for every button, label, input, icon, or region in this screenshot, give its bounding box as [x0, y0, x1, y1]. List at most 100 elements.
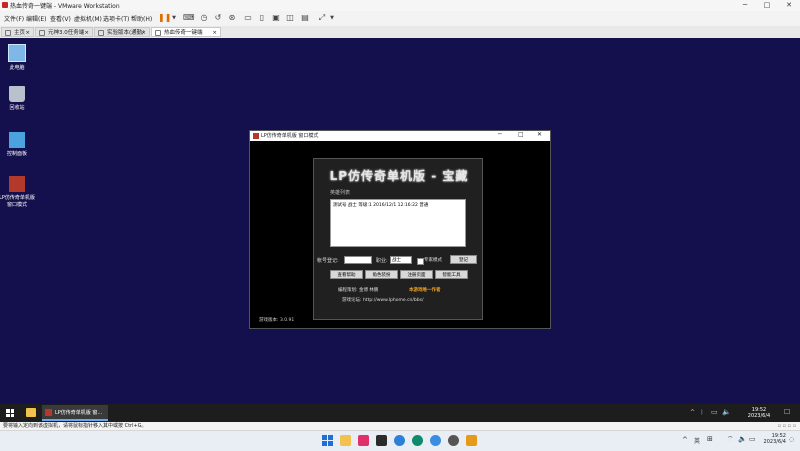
vm-status-bar: 要将输入定向到该虚拟机，请将鼠标指针移入其中或按 Ctrl+G。 ▫ ▫ ▫ ▫ — [0, 422, 800, 430]
tab-vm3[interactable]: 热血传奇一键端 × — [151, 27, 221, 37]
class-select[interactable]: 战士 — [390, 256, 412, 264]
desktop-icon-computer[interactable]: 此电脑 — [0, 44, 37, 71]
chevron-down-icon[interactable]: ▼ — [327, 13, 337, 23]
send-keys-icon[interactable]: ⌨ — [183, 13, 195, 23]
desktop-icon-recycle[interactable]: 回收站 — [0, 86, 37, 111]
tab-label: 主页 — [14, 30, 26, 36]
full-screen-icon[interactable]: ▣ — [271, 13, 281, 23]
forum-link[interactable]: 游戏论坛: http://www.lphome.cn/bbs/ — [342, 297, 424, 303]
vmware-icon[interactable] — [466, 435, 477, 446]
volume-icon[interactable]: 🔈 — [738, 435, 747, 443]
vmware-title-bar: 热血传奇一键端 - VMware Workstation ─ □ ✕ — [0, 0, 800, 11]
guest-taskbar: LP仿传奇单机版 窗... ^ ᛒ ▭ 🔈 19:52 2023/6/4 ☐ — [0, 404, 800, 422]
notification-icon[interactable]: ◌ — [789, 436, 794, 443]
pause-icon[interactable]: ❚❚ — [158, 13, 171, 23]
host-date: 2023/6/4 — [763, 439, 786, 445]
library-icon[interactable]: ▭ — [243, 13, 253, 23]
input-language[interactable]: 英 — [694, 436, 700, 445]
file-explorer-icon[interactable] — [340, 435, 351, 446]
guest-date: 2023/6/4 — [747, 413, 771, 419]
chevron-down-icon[interactable]: ▼ — [169, 13, 179, 23]
close-icon[interactable]: × — [25, 28, 30, 38]
windows-start-icon[interactable] — [6, 409, 14, 417]
vmware-app-icon — [2, 2, 8, 8]
game-icon — [9, 176, 25, 192]
guest-clock[interactable]: 19:52 2023/6/4 — [744, 407, 774, 419]
edge-icon[interactable] — [412, 435, 423, 446]
role-list[interactable]: 测试号 战士 等级:1 2016/12/1 12:16:22 普通 — [330, 199, 466, 247]
menu-file[interactable]: 文件(F) — [4, 14, 24, 23]
class-value: 战士 — [392, 258, 401, 263]
stretch-icon[interactable]: ⤢ — [317, 13, 327, 23]
vm-icon — [155, 30, 161, 36]
menu-edit[interactable]: 编辑(E) — [26, 14, 46, 23]
terminal-icon[interactable] — [376, 435, 387, 446]
account-input[interactable] — [344, 256, 372, 264]
tab-home[interactable]: 主页 × — [1, 27, 34, 37]
app-icon[interactable] — [358, 435, 369, 446]
maximize-icon[interactable]: □ — [756, 0, 778, 11]
menu-vm[interactable]: 虚拟机(M) — [74, 14, 102, 23]
windows-start-icon[interactable] — [322, 435, 333, 446]
character-button[interactable]: 角色装扮 — [365, 270, 398, 279]
register-page-button[interactable]: 注册页面 — [400, 270, 433, 279]
desktop-icon-control-panel[interactable]: 控制面板 — [0, 132, 37, 157]
roles-label: 英雄列表 — [330, 190, 351, 196]
desktop-icon-game[interactable]: LP仿传奇单机版 窗口模式 — [0, 176, 37, 208]
game-window-titlebar: LP仿传奇单机版 窗口模式 ─ □ ✕ — [250, 131, 550, 141]
expert-label: 专家模式 — [424, 258, 442, 263]
network-icon[interactable]: ▭ — [711, 408, 718, 416]
close-icon[interactable]: ✕ — [778, 0, 800, 11]
chrome-icon[interactable] — [430, 435, 441, 446]
control-panel-icon — [9, 132, 25, 148]
thumbnail-icon[interactable]: ▯ — [257, 13, 267, 23]
version-text: 游戏版本: 3.0.91 — [259, 318, 295, 323]
role-row[interactable]: 测试号 战士 等级:1 2016/12/1 12:16:22 普通 — [333, 202, 428, 208]
desktop-icon-label: LP仿传奇单机版 窗口模式 — [0, 195, 35, 208]
tab-vm1[interactable]: 元神3.0任务端 × — [35, 27, 93, 37]
steam-icon[interactable] — [448, 435, 459, 446]
desktop-icon-label: 控制面板 — [6, 151, 27, 157]
notification-icon[interactable]: ☐ — [784, 408, 790, 416]
bluetooth-icon[interactable]: ᛒ — [700, 409, 704, 416]
vm-icon — [98, 30, 104, 36]
unity-icon[interactable]: ◫ — [285, 13, 295, 23]
menu-help[interactable]: 帮助(H) — [131, 14, 152, 23]
tools-button[interactable]: 智能工具 — [435, 270, 468, 279]
volume-icon[interactable]: 🔈 — [722, 408, 731, 416]
close-icon[interactable]: × — [84, 28, 89, 38]
game-window-title: LP仿传奇单机版 窗口模式 — [261, 133, 319, 139]
revert-snapshot-icon[interactable]: ↺ — [213, 13, 223, 23]
register-button[interactable]: 登记 — [450, 255, 477, 264]
taskbar-app-game[interactable]: LP仿传奇单机版 窗... — [42, 405, 108, 421]
tray-chevron-icon[interactable]: ^ — [682, 436, 688, 444]
window-title: 热血传奇一键端 - VMware Workstation — [10, 3, 120, 10]
snapshot-manager-icon[interactable]: ⊛ — [227, 13, 237, 23]
minimize-icon[interactable]: ─ — [498, 131, 502, 138]
maximize-icon[interactable]: □ — [518, 131, 524, 138]
console-icon[interactable]: ▤ — [300, 13, 310, 23]
ime-icon[interactable]: ⊞ — [707, 435, 713, 443]
game-title: LP仿传奇单机版 - 宝藏 — [329, 169, 469, 183]
wifi-icon[interactable]: ⌔ — [727, 435, 734, 444]
tab-label: 热血传奇一键端 — [164, 30, 203, 36]
host-clock[interactable]: 19:52 2023/6/4 — [760, 433, 786, 445]
help-button[interactable]: 查看帮助 — [330, 270, 363, 279]
menu-view[interactable]: 查看(V) — [50, 14, 71, 23]
desktop-icon-label: 此电脑 — [9, 65, 25, 71]
host-taskbar: ^ 英 ⊞ ⌔ 🔈 ▭ 19:52 2023/6/4 ◌ — [0, 430, 800, 451]
close-icon[interactable]: ✕ — [537, 131, 542, 138]
browser-icon[interactable] — [394, 435, 405, 446]
menu-bar: 文件(F) 编辑(E) 查看(V) 虚拟机(M) 选项卡(T) 帮助(H) ❚❚… — [0, 11, 800, 25]
expert-checkbox[interactable] — [417, 258, 424, 265]
tab-vm2[interactable]: 实验版本(通勤/外包) × — [94, 27, 150, 46]
tray-chevron-icon[interactable]: ^ — [690, 409, 695, 416]
snapshot-icon[interactable]: ◷ — [199, 13, 209, 23]
author-text: 本游戏唯一作者 — [409, 288, 441, 293]
battery-icon[interactable]: ▭ — [749, 435, 756, 443]
minimize-icon[interactable]: ─ — [734, 0, 756, 11]
file-explorer-icon[interactable] — [26, 408, 36, 417]
close-icon[interactable]: × — [212, 28, 217, 38]
menu-tabs[interactable]: 选项卡(T) — [103, 14, 129, 23]
close-icon[interactable]: × — [141, 28, 146, 38]
